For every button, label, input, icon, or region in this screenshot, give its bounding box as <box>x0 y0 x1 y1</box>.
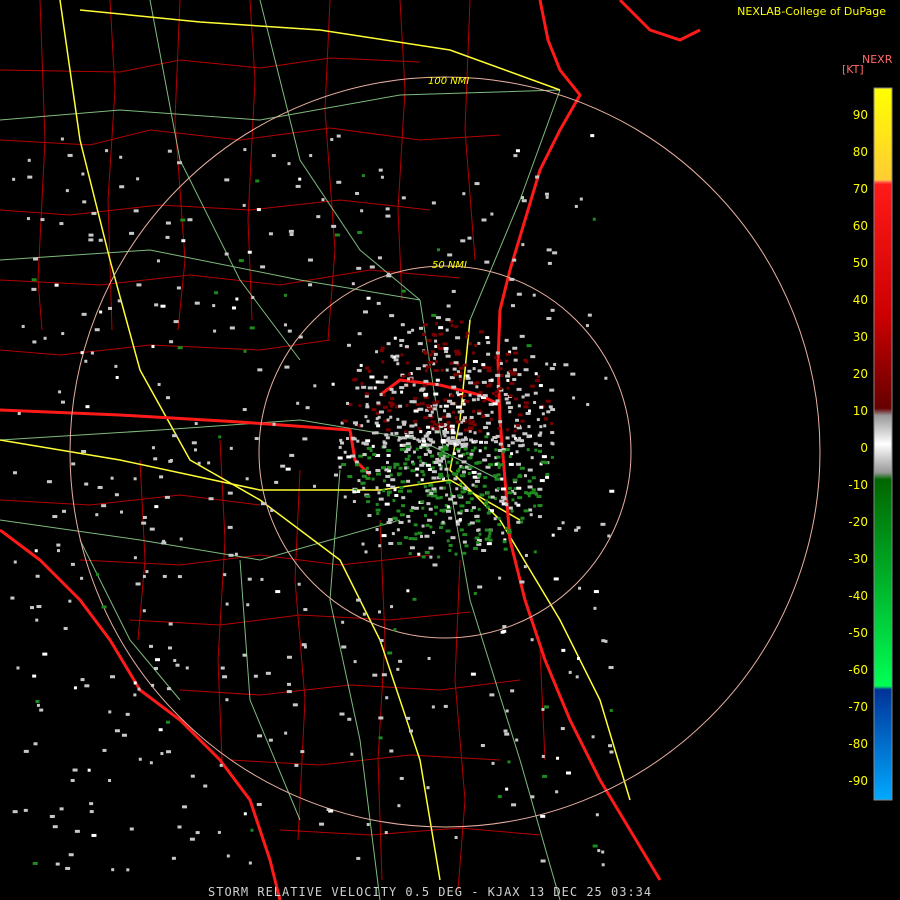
legend-tick-label: 20 <box>852 367 868 381</box>
legend-tick-label: -30 <box>848 552 868 566</box>
legend-tick-label: -40 <box>848 589 868 603</box>
product-footer: STORM RELATIVE VELOCITY 0.5 DEG - KJAX 1… <box>208 885 653 899</box>
legend-tick-label: 50 <box>852 256 868 270</box>
legend-tick-label: 0 <box>860 441 868 455</box>
radar-map: 100 NMI 50 NMI <box>0 0 893 900</box>
legend-tick-label: -80 <box>848 737 868 751</box>
legend-title: NEXR <box>862 53 893 66</box>
legend-tick-label: -50 <box>848 626 868 640</box>
legend-tick-label: -10 <box>848 478 868 492</box>
legend-unit: [KT] <box>842 63 864 76</box>
highway-lines <box>0 0 631 881</box>
legend-tick-label: 10 <box>852 404 868 418</box>
range-label-50: 50 NMI <box>432 260 467 271</box>
credit-text: NEXLAB-College of DuPage <box>737 5 886 18</box>
legend-tick-label: -20 <box>848 515 868 529</box>
legend-tick-label: -90 <box>848 774 868 788</box>
legend-tick-label: 80 <box>852 145 868 159</box>
legend-tick-label: -60 <box>848 663 868 677</box>
legend-tick-label: -70 <box>848 700 868 714</box>
velocity-echoes <box>10 134 615 872</box>
legend-tick-label: 90 <box>852 108 868 122</box>
state-boundary <box>0 0 701 900</box>
legend-tick-label: 60 <box>852 219 868 233</box>
legend-tick-label: 30 <box>852 330 868 344</box>
legend-tick-label: 70 <box>852 182 868 196</box>
legend-tick-label: 40 <box>852 293 868 307</box>
velocity-color-scale <box>873 87 893 801</box>
range-label-100: 100 NMI <box>428 76 469 87</box>
